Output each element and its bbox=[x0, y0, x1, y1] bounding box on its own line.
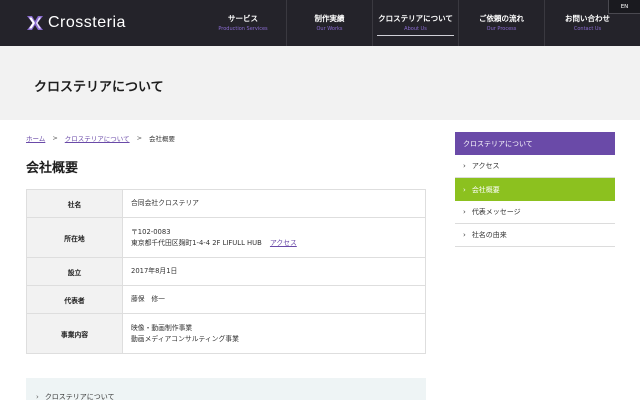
company-name-label: 社名 bbox=[26, 189, 123, 218]
page-title: クロステリアについて bbox=[34, 80, 164, 95]
chevron-right-icon: › bbox=[463, 185, 466, 194]
site-logo[interactable]: Crossteria bbox=[26, 14, 126, 32]
sidebar-item-access[interactable]: › アクセス bbox=[455, 155, 615, 178]
nav-item-about[interactable]: クロステリアについて About Us bbox=[372, 0, 458, 46]
sidebar-item-company-profile[interactable]: › 会社概要 bbox=[455, 178, 615, 201]
nav-sublabel: Our Process bbox=[486, 25, 517, 32]
sidebar-item-label: アクセス bbox=[471, 162, 500, 170]
sidebar-item-label: 社名の由来 bbox=[471, 231, 507, 239]
representative-value: 藤保 修一 bbox=[122, 285, 426, 314]
site-header: Crossteria サービス Production Services 制作実績… bbox=[0, 0, 640, 46]
founded-value: 2017年8月1日 bbox=[122, 257, 426, 286]
chevron-right-icon: › bbox=[463, 208, 466, 216]
address-label: 所在地 bbox=[26, 217, 123, 258]
business-cell: 映像・動画制作事業 動画メディアコンサルティング事業 bbox=[122, 313, 426, 354]
nav-label: クロステリアについて bbox=[378, 13, 453, 23]
business-line: 動画メディアコンサルティング事業 bbox=[131, 334, 239, 343]
sidebar-item-label: 会社概要 bbox=[471, 185, 500, 194]
table-row: 設立 2017年8月1日 bbox=[26, 257, 426, 286]
logo-text: Crossteria bbox=[48, 14, 126, 31]
sidebar-item-message[interactable]: › 代表メッセージ bbox=[455, 201, 615, 224]
nav-item-process[interactable]: ご依頼の流れ Our Process bbox=[458, 0, 544, 46]
sidebar: クロステリアについて › アクセス › 会社概要 › 代表メッセージ › 社名の… bbox=[455, 132, 615, 247]
main-nav: サービス Production Services 制作実績 Our Works … bbox=[200, 0, 630, 46]
nav-label: サービス bbox=[228, 13, 258, 23]
access-link[interactable]: アクセス bbox=[270, 239, 297, 247]
crossteria-logo-icon bbox=[26, 14, 44, 32]
table-row: 代表者 藤保 修一 bbox=[26, 285, 426, 314]
nav-sublabel: About Us bbox=[404, 25, 427, 32]
nav-sublabel: Our Works bbox=[316, 25, 343, 32]
nav-sublabel: Production Services bbox=[218, 25, 268, 32]
nav-item-works[interactable]: 制作実績 Our Works bbox=[286, 0, 372, 46]
founded-label: 設立 bbox=[26, 257, 123, 286]
address-postal: 〒102-0083 bbox=[131, 227, 171, 236]
nav-item-services[interactable]: サービス Production Services bbox=[200, 0, 286, 46]
sidebar-item-label: 代表メッセージ bbox=[471, 208, 521, 216]
business-line: 映像・動画制作事業 bbox=[131, 323, 193, 332]
business-label: 事業内容 bbox=[26, 313, 123, 354]
breadcrumb-separator: > bbox=[136, 134, 143, 142]
chevron-right-icon: › bbox=[463, 162, 466, 170]
breadcrumb-home-link[interactable]: ホーム bbox=[26, 133, 45, 143]
company-info-table: 社名 合同会社クロステリア 所在地 〒102-0083 東京都千代田区麹町1-4… bbox=[26, 189, 426, 354]
chevron-right-icon: › bbox=[463, 231, 466, 239]
table-row: 事業内容 映像・動画制作事業 動画メディアコンサルティング事業 bbox=[26, 313, 426, 354]
chevron-right-icon: › bbox=[36, 393, 39, 400]
bottom-menu-label: クロステリアについて bbox=[44, 393, 115, 400]
breadcrumb-about-link[interactable]: クロステリアについて bbox=[65, 133, 130, 143]
nav-label: ご依頼の流れ bbox=[479, 13, 524, 23]
sidebar-item-name-origin[interactable]: › 社名の由来 bbox=[455, 224, 615, 247]
address-line-wrap: 東京都千代田区麹町1-4-4 2F LIFULL HUB アクセス bbox=[131, 238, 425, 249]
representative-label: 代表者 bbox=[26, 285, 123, 314]
breadcrumb-current: 会社概要 bbox=[149, 135, 176, 143]
address-cell: 〒102-0083 東京都千代田区麹町1-4-4 2F LIFULL HUB ア… bbox=[122, 217, 426, 258]
sidebar-heading[interactable]: クロステリアについて bbox=[455, 132, 615, 155]
nav-sublabel: Contact Us bbox=[573, 25, 602, 32]
company-name-value: 合同会社クロステリア bbox=[122, 189, 426, 218]
nav-label: 制作実績 bbox=[314, 13, 345, 23]
table-row: 所在地 〒102-0083 東京都千代田区麹町1-4-4 2F LIFULL H… bbox=[26, 217, 426, 258]
page-title-band: クロステリアについて bbox=[0, 46, 640, 120]
breadcrumb: ホーム > クロステリアについて > 会社概要 bbox=[26, 133, 175, 143]
section-title: 会社概要 bbox=[26, 161, 79, 176]
nav-label: お問い合わせ bbox=[565, 13, 610, 23]
bottom-menu-item-about[interactable]: › クロステリアについて bbox=[36, 392, 115, 400]
breadcrumb-separator: > bbox=[52, 134, 58, 142]
bottom-menu-box: › クロステリアについて bbox=[26, 378, 426, 400]
table-row: 社名 合同会社クロステリア bbox=[26, 189, 426, 218]
address-line: 東京都千代田区麹町1-4-4 2F LIFULL HUB bbox=[131, 238, 262, 247]
language-toggle-button[interactable]: EN bbox=[608, 0, 640, 14]
